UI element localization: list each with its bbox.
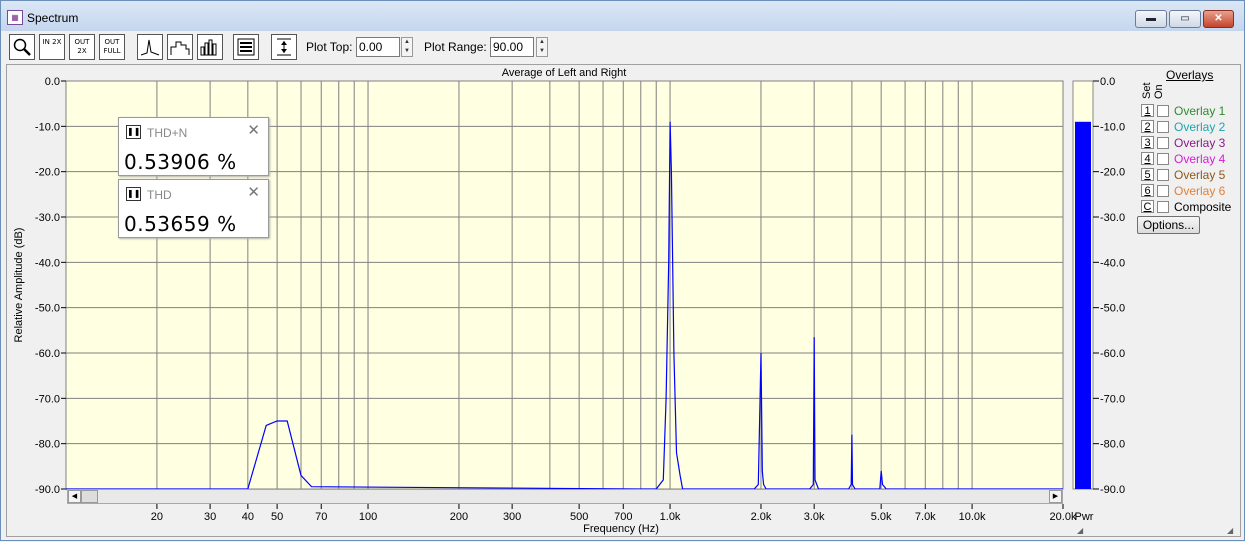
meter-tick-label: -50.0: [1100, 303, 1125, 315]
horizontal-scrollbar[interactable]: ◀ ▶: [67, 489, 1063, 504]
set-on-header: Set On: [1141, 82, 1165, 99]
thd-n-readout[interactable]: ❚❚ THD+N ✕ 0.53906 %: [118, 117, 269, 176]
x-tick-label: 5.0k: [871, 511, 892, 523]
overlay-on-checkbox[interactable]: [1157, 185, 1169, 197]
x-axis-ticks: 20 30 40 50 70 100 200 300 500 700 1.0k 2.0k 3.0k 5.0…: [151, 504, 1077, 523]
overlay-name: Overlay 5: [1174, 168, 1226, 182]
meter-tick-label: 0.0: [1100, 76, 1115, 88]
meter-tick-label: -60.0: [1100, 348, 1125, 360]
x-tick-label: 2.0k: [751, 511, 772, 523]
resize-grip-icon: ◢: [1227, 526, 1234, 535]
x-tick-label: 3.0k: [804, 511, 825, 523]
scrollbar-thumb[interactable]: [81, 490, 98, 503]
meter-label: Pwr: [1075, 511, 1094, 523]
meter-tick-label: -40.0: [1100, 257, 1125, 269]
y-tick-label: -30.0: [35, 212, 60, 224]
x-tick-label: 7.0k: [915, 511, 936, 523]
overlay-set-button[interactable]: 4: [1141, 152, 1154, 165]
scroll-left-icon[interactable]: ◀: [68, 490, 81, 503]
x-tick-label: 70: [315, 511, 327, 523]
x-tick-label: 1.0k: [660, 511, 681, 523]
readout-label: THD: [147, 188, 172, 202]
overlay-on-checkbox[interactable]: [1157, 201, 1169, 213]
overlay-name: Overlay 4: [1174, 152, 1226, 166]
y-tick-label: -50.0: [35, 303, 60, 315]
meter-tick-label: -30.0: [1100, 212, 1125, 224]
x-tick-label: 40: [242, 511, 254, 523]
thd-readout[interactable]: ❚❚ THD ✕ 0.53659 %: [118, 179, 269, 238]
x-tick-label: 700: [614, 511, 632, 523]
x-tick-label: 500: [570, 511, 588, 523]
x-tick-label: 10.0k: [959, 511, 986, 523]
overlay-on-checkbox[interactable]: [1157, 169, 1169, 181]
overlay-set-button[interactable]: 3: [1141, 136, 1154, 149]
x-tick-label: 20: [151, 511, 163, 523]
readout-value: 0.53906 %: [124, 150, 237, 174]
meter-tick-label: -10.0: [1100, 121, 1125, 133]
overlay-on-checkbox[interactable]: [1157, 153, 1169, 165]
meter-ticks: 0.0 -10.0 -20.0 -30.0 -40.0 -50.0 -60.0 -70.0 -8…: [1093, 76, 1125, 496]
overlay-set-button[interactable]: C: [1141, 200, 1154, 213]
overlay-name: Overlay 1: [1174, 104, 1226, 118]
close-icon[interactable]: ✕: [247, 183, 260, 201]
y-tick-label: -60.0: [35, 348, 60, 360]
overlay-on-checkbox[interactable]: [1157, 105, 1169, 117]
resize-grip-icon: ◢: [1077, 526, 1084, 535]
x-tick-label: 30: [204, 511, 216, 523]
readout-label: THD+N: [147, 126, 188, 140]
meter-tick-label: -80.0: [1100, 439, 1125, 451]
overlay-set-button[interactable]: 2: [1141, 120, 1154, 133]
overlay-name: Overlay 2: [1174, 120, 1226, 134]
y-tick-label: -80.0: [35, 439, 60, 451]
overlays-title: Overlays: [1166, 68, 1214, 82]
close-icon[interactable]: ✕: [247, 121, 260, 139]
y-tick-label: -10.0: [35, 121, 60, 133]
overlay-on-checkbox[interactable]: [1157, 137, 1169, 149]
scroll-right-icon[interactable]: ▶: [1049, 490, 1062, 503]
overlay-name: Composite: [1174, 200, 1232, 214]
x-tick-label: 300: [503, 511, 521, 523]
y-axis-ticks: 0.0 -10.0 -20.0 -30.0 -40.0 -50.0 -60.0 -70.0 -8…: [35, 76, 66, 496]
power-meter-fill: [1075, 121, 1091, 490]
overlay-name: Overlay 3: [1174, 136, 1226, 150]
options-button[interactable]: Options...: [1137, 216, 1200, 234]
x-tick-label: 20.0k: [1050, 511, 1077, 523]
pause-icon[interactable]: ❚❚: [126, 187, 141, 201]
x-tick-label: 100: [359, 511, 377, 523]
overlay-set-button[interactable]: 6: [1141, 184, 1154, 197]
y-tick-label: -70.0: [35, 393, 60, 405]
x-tick-label: 50: [271, 511, 283, 523]
meter-tick-label: -70.0: [1100, 393, 1125, 405]
overlay-name: Overlay 6: [1174, 184, 1226, 198]
x-axis-label: Frequency (Hz): [583, 523, 659, 535]
overlay-on-checkbox[interactable]: [1157, 121, 1169, 133]
spectrum-chart[interactable]: 0.0 -10.0 -20.0 -30.0 -40.0 -50.0 -60.0 -70.0 -8…: [1, 1, 1245, 542]
y-tick-label: 0.0: [45, 76, 60, 88]
y-tick-label: -90.0: [35, 484, 60, 496]
overlay-set-button[interactable]: 1: [1141, 104, 1154, 117]
overlay-set-button[interactable]: 5: [1141, 168, 1154, 181]
y-tick-label: -40.0: [35, 257, 60, 269]
readout-value: 0.53659 %: [124, 212, 237, 236]
pause-icon[interactable]: ❚❚: [126, 125, 141, 139]
y-tick-label: -20.0: [35, 167, 60, 179]
y-axis-label: Relative Amplitude (dB): [13, 228, 25, 343]
spectrum-window: ▦ Spectrum ▬ ▭ ✕ IN 2X OUT 2X OUT FULL P…: [0, 0, 1245, 541]
chart-title: Average of Left and Right: [502, 67, 627, 79]
meter-tick-label: -20.0: [1100, 167, 1125, 179]
meter-tick-label: -90.0: [1100, 484, 1125, 496]
x-tick-label: 200: [450, 511, 468, 523]
